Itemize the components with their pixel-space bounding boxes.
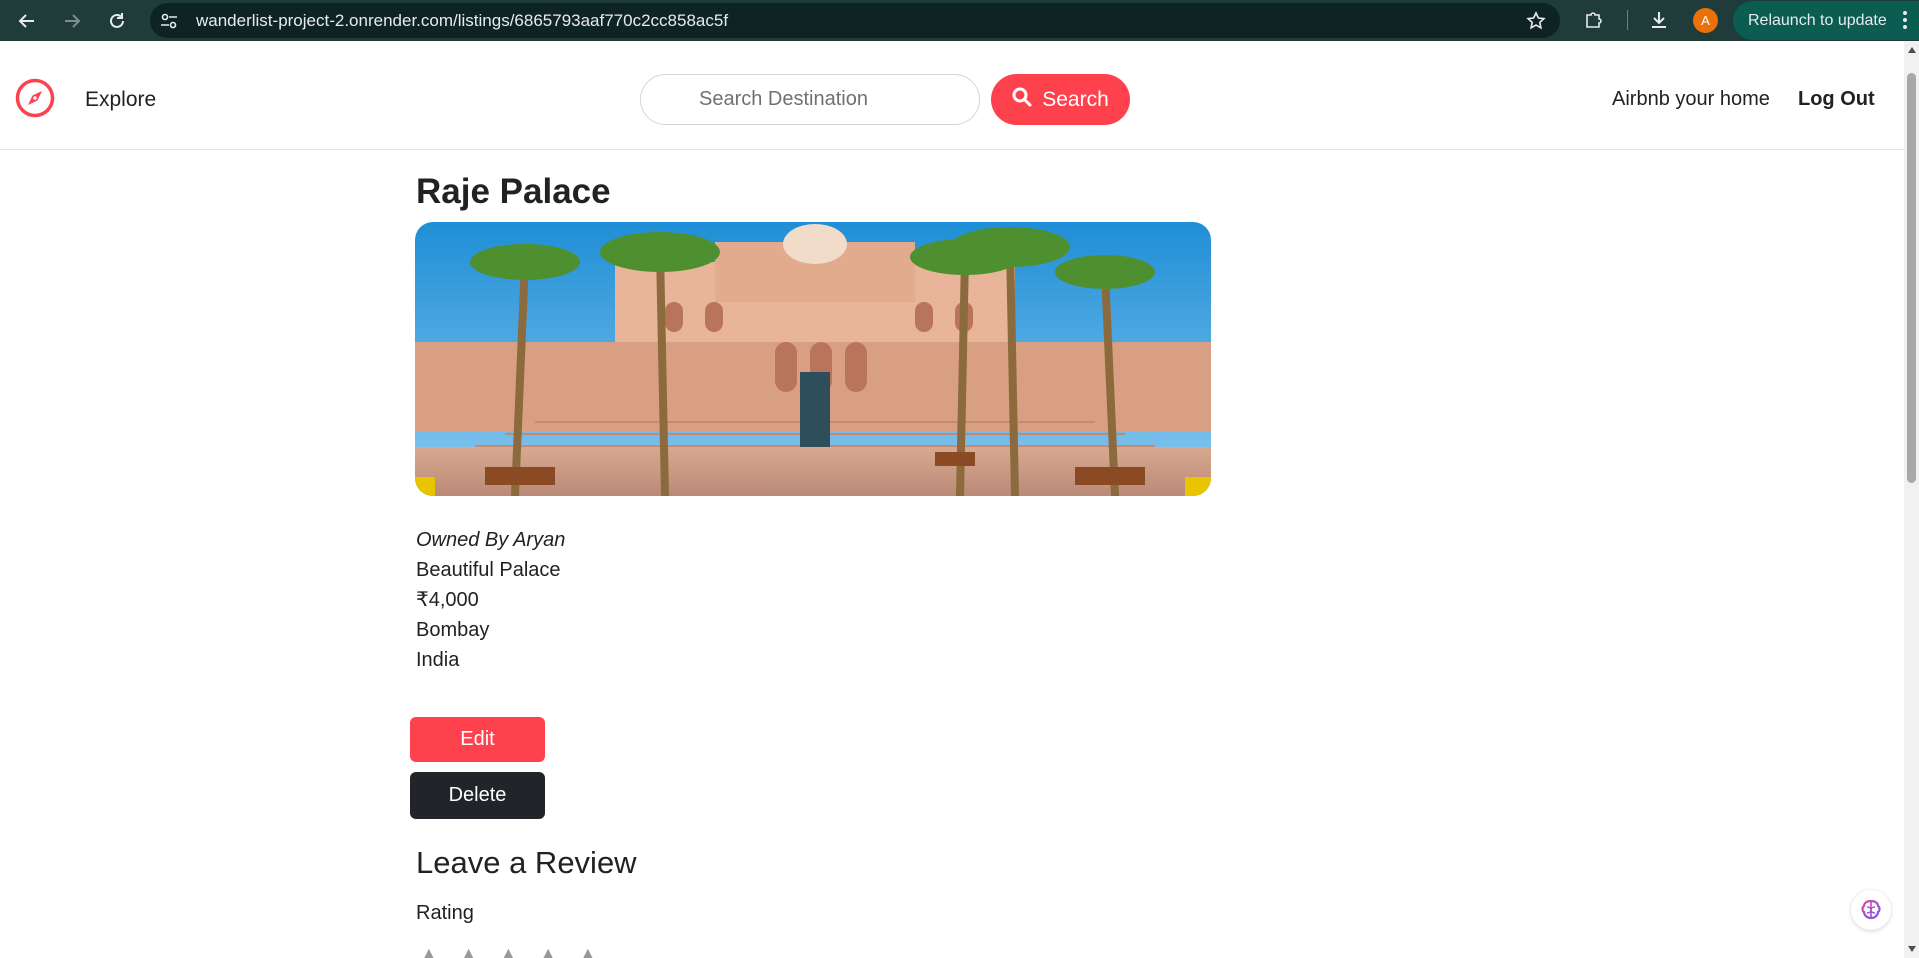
bookmark-star-icon[interactable]: [1526, 11, 1546, 31]
star-rating[interactable]: ▲ ▲ ▲ ▲ ▲: [416, 940, 601, 958]
delete-button[interactable]: Delete: [410, 772, 545, 819]
listing-description: Beautiful Palace: [416, 559, 561, 581]
star-icon[interactable]: ▲: [495, 940, 521, 958]
address-bar[interactable]: wanderlist-project-2.onrender.com/listin…: [150, 3, 1560, 38]
leave-review-heading: Leave a Review: [416, 845, 637, 880]
profile-avatar[interactable]: A: [1693, 8, 1718, 33]
search-button-label: Search: [1042, 87, 1109, 111]
reload-icon[interactable]: [104, 8, 130, 34]
page-scrollbar[interactable]: [1904, 41, 1919, 958]
search-icon: [1012, 87, 1032, 113]
search-destination-input[interactable]: [640, 74, 980, 125]
star-icon[interactable]: ▲: [456, 940, 482, 958]
compass-logo-icon[interactable]: [15, 78, 55, 118]
relaunch-label: Relaunch to update: [1748, 12, 1887, 29]
listing-details: Owned By Aryan Beautiful Palace ₹4,000 B…: [416, 525, 565, 675]
toolbar-divider: [1627, 10, 1628, 30]
back-icon[interactable]: [14, 8, 40, 34]
scroll-up-arrow-icon[interactable]: [1908, 47, 1916, 53]
listing-title: Raje Palace: [416, 172, 611, 211]
assistant-brain-icon[interactable]: [1851, 890, 1891, 930]
relaunch-button[interactable]: Relaunch to update: [1733, 1, 1919, 40]
star-icon[interactable]: ▲: [416, 940, 442, 958]
listing-country: India: [416, 649, 460, 671]
listing-image: [415, 222, 1211, 496]
scroll-down-arrow-icon[interactable]: [1908, 946, 1916, 952]
edit-button[interactable]: Edit: [410, 717, 545, 762]
extensions-icon[interactable]: [1583, 9, 1605, 31]
rating-label: Rating: [416, 902, 474, 924]
site-info-icon[interactable]: [160, 12, 178, 30]
listing-owner: Owned By Aryan: [416, 529, 566, 551]
logout-link[interactable]: Log Out: [1798, 88, 1875, 111]
scrollbar-thumb[interactable]: [1907, 73, 1916, 483]
listing-location: Bombay: [416, 619, 490, 641]
forward-icon[interactable]: [59, 8, 85, 34]
browser-toolbar: wanderlist-project-2.onrender.com/listin…: [0, 0, 1919, 41]
airbnb-your-home-link[interactable]: Airbnb your home: [1612, 88, 1770, 111]
more-menu-icon[interactable]: [1903, 11, 1907, 29]
page-content: Explore Search Airbnb your home Log Out …: [0, 41, 1904, 958]
listing-price: ₹4,000: [416, 589, 479, 611]
url-text[interactable]: wanderlist-project-2.onrender.com/listin…: [196, 3, 728, 38]
site-navbar: Explore Search Airbnb your home Log Out: [0, 41, 1904, 150]
search-button[interactable]: Search: [991, 74, 1130, 125]
star-icon[interactable]: ▲: [575, 940, 601, 958]
star-icon[interactable]: ▲: [535, 940, 561, 958]
download-icon[interactable]: [1648, 9, 1670, 31]
explore-link[interactable]: Explore: [85, 88, 156, 112]
